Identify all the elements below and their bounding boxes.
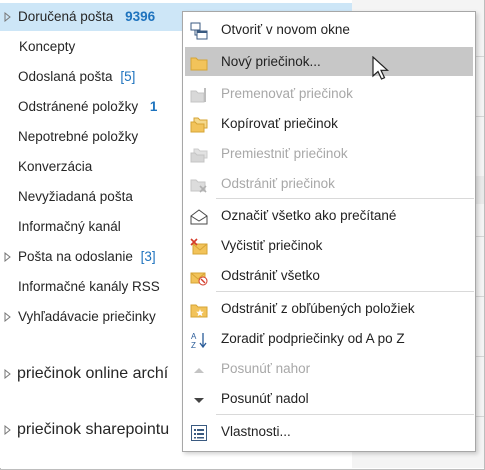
menu-move-up[interactable]: Posunúť nahor [183,354,475,383]
folder-label: Odoslaná pošta [18,69,113,84]
folder-label: Vyhľadávacie priečinky [18,309,156,324]
folder-online-archive[interactable]: priečinok online archí [0,360,168,388]
folder-drafts[interactable]: Koncepty [0,33,75,61]
new-folder-icon [190,53,208,71]
folder-deleted[interactable]: Odstránené položky 1 [0,93,157,121]
clean-up-icon [190,237,208,255]
expand-icon[interactable] [4,416,14,444]
copy-folder-icon [190,115,208,133]
menu-rename-folder[interactable]: Premenovať priečinok [183,79,475,108]
arrow-up-icon [190,360,208,378]
rename-folder-icon [190,85,208,103]
folder-label: Nevyžiadaná pošta [18,189,133,204]
menu-label: Premiestniť priečinok [221,146,348,161]
context-menu: Otvoriť v novom okne Nový priečinok... P… [182,11,476,452]
menu-clean-up-folder[interactable]: Vyčistiť priečinok [183,231,475,260]
folder-label: Pošta na odoslanie [18,249,133,264]
folder-label: Informačný kanál [18,219,121,234]
properties-icon [190,423,208,441]
menu-label: Otvoriť v novom okne [221,22,350,37]
folder-archive[interactable]: Nepotrebné položky [0,123,138,151]
folder-label: priečinok online archí [17,365,169,382]
menu-remove-from-favorites[interactable]: Odstrániť z obľúbených položiek [183,294,475,323]
new-window-icon [190,21,208,40]
menu-label: Zoradiť podpriečinky od A po Z [221,331,405,346]
folder-label: Koncepty [19,39,76,54]
item-count: [5] [120,69,136,84]
mouse-cursor-icon [371,55,391,82]
arrow-down-icon [190,390,208,408]
folder-junk[interactable]: Nevyžiadaná pošta [0,183,133,211]
menu-label: Posunúť nadol [221,391,309,406]
menu-properties[interactable]: Vlastnosti... [183,417,475,446]
menu-move-folder[interactable]: Premiestniť priečinok [183,139,475,168]
folder-sent[interactable]: Odoslaná pošta [5] [0,63,135,91]
menu-label: Odstrániť priečinok [221,176,335,191]
menu-label: Vyčistiť priečinok [221,238,323,253]
menu-label: Kopírovať priečinok [221,116,338,131]
favorite-remove-icon [190,300,208,318]
menu-sort-subfolders[interactable]: AZ Zoradiť podpriečinky od A po Z [183,324,475,353]
folder-label: Odstránené položky [18,99,139,114]
menu-separator [216,414,474,415]
delete-all-icon [190,267,208,286]
menu-open-new-window[interactable]: Otvoriť v novom okne [183,15,475,44]
move-folder-icon [190,145,208,163]
menu-delete-folder[interactable]: Odstrániť priečinok [183,169,475,198]
item-count: [3] [140,249,156,264]
svg-text:A: A [191,332,197,341]
menu-new-folder[interactable]: Nový priečinok... [185,47,473,76]
menu-label: Premenovať priečinok [221,86,353,101]
folder-outbox[interactable]: Pošta na odoslanie [3] [0,243,156,271]
menu-separator [216,291,474,292]
folder-feed[interactable]: Informačný kanál [0,213,121,241]
menu-label: Označiť všetko ako prečítané [221,208,397,223]
menu-label: Vlastnosti... [221,424,291,439]
folder-label: Doručená pošta [18,9,114,24]
menu-mark-all-read[interactable]: Označiť všetko ako prečítané [183,201,475,230]
menu-move-down[interactable]: Posunúť nadol [183,384,475,413]
folder-conversation[interactable]: Konverzácia [0,153,92,181]
sort-az-icon: AZ [190,330,208,350]
expand-icon[interactable] [4,303,14,331]
svg-text:Z: Z [191,341,196,349]
menu-label: Odstrániť z obľúbených položiek [221,301,415,316]
unread-count: 1 [149,99,158,114]
expand-icon[interactable] [4,3,14,31]
menu-delete-all[interactable]: Odstrániť všetko [183,261,475,290]
menu-label: Odstrániť všetko [221,268,320,283]
folder-label: Konverzácia [18,159,93,174]
folder-label: priečinok sharepointu [17,421,170,438]
mark-read-icon [190,207,208,225]
folder-label: Nepotrebné položky [18,129,139,144]
expand-icon[interactable] [4,360,14,388]
folder-sharepoint[interactable]: priečinok sharepointu [0,416,169,444]
menu-label: Posunúť nahor [221,361,311,376]
folder-label: Informačné kanály RSS [18,279,160,294]
folder-rss[interactable]: Informačné kanály RSS [0,273,160,301]
expand-icon[interactable] [4,243,14,271]
menu-separator [216,198,474,199]
menu-label: Nový priečinok... [221,54,321,69]
folder-search[interactable]: Vyhľadávacie priečinky [0,303,156,331]
menu-copy-folder[interactable]: Kopírovať priečinok [183,109,475,138]
unread-count: 9396 [125,9,156,24]
delete-folder-icon [190,175,208,193]
